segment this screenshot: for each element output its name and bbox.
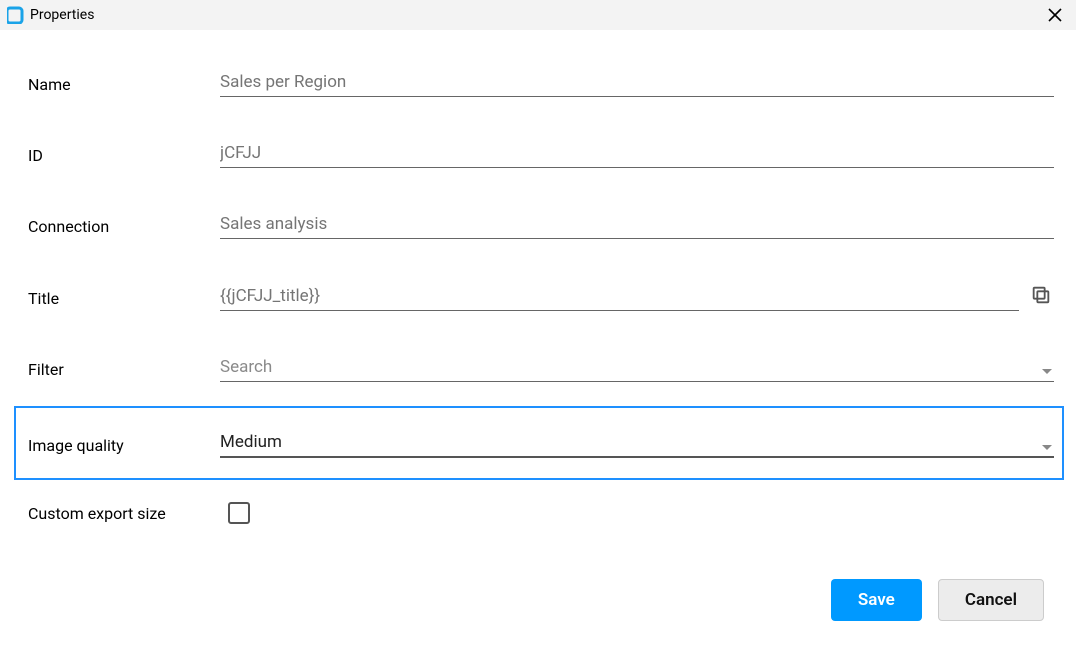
id-input[interactable] xyxy=(220,141,1054,168)
row-title: Title xyxy=(28,283,1054,311)
label-title: Title xyxy=(28,289,220,311)
image-quality-select-value: Medium xyxy=(220,430,1054,458)
label-id: ID xyxy=(28,146,220,168)
properties-form: Name ID Connection Title xyxy=(0,30,1076,544)
filter-select-value: Search xyxy=(220,355,1054,382)
row-id: ID xyxy=(28,141,1054,168)
row-connection: Connection xyxy=(28,212,1054,239)
close-button[interactable] xyxy=(1042,2,1068,28)
save-button[interactable]: Save xyxy=(831,579,922,621)
chevron-down-icon xyxy=(1042,445,1052,450)
label-custom-export-size: Custom export size xyxy=(28,504,228,523)
name-input[interactable] xyxy=(220,70,1054,97)
cancel-button[interactable]: Cancel xyxy=(938,579,1044,621)
label-connection: Connection xyxy=(28,217,220,239)
label-name: Name xyxy=(28,75,220,97)
app-icon xyxy=(6,5,26,25)
copy-title-button[interactable] xyxy=(1027,281,1054,309)
label-filter: Filter xyxy=(28,360,220,382)
window-title: Properties xyxy=(30,7,94,23)
label-image-quality: Image quality xyxy=(28,436,220,458)
filter-select[interactable]: Search xyxy=(220,355,1054,382)
row-image-quality: Image quality Medium xyxy=(14,406,1064,480)
row-filter: Filter Search xyxy=(28,355,1054,382)
image-quality-select[interactable]: Medium xyxy=(220,430,1054,458)
title-input[interactable] xyxy=(220,284,1019,311)
dialog-footer: Save Cancel xyxy=(831,579,1044,621)
custom-export-size-checkbox[interactable] xyxy=(228,502,250,524)
titlebar: Properties xyxy=(0,0,1076,30)
row-name: Name xyxy=(28,70,1054,97)
chevron-down-icon xyxy=(1042,369,1052,374)
row-custom-export-size: Custom export size xyxy=(28,502,1054,524)
connection-input[interactable] xyxy=(220,212,1054,239)
